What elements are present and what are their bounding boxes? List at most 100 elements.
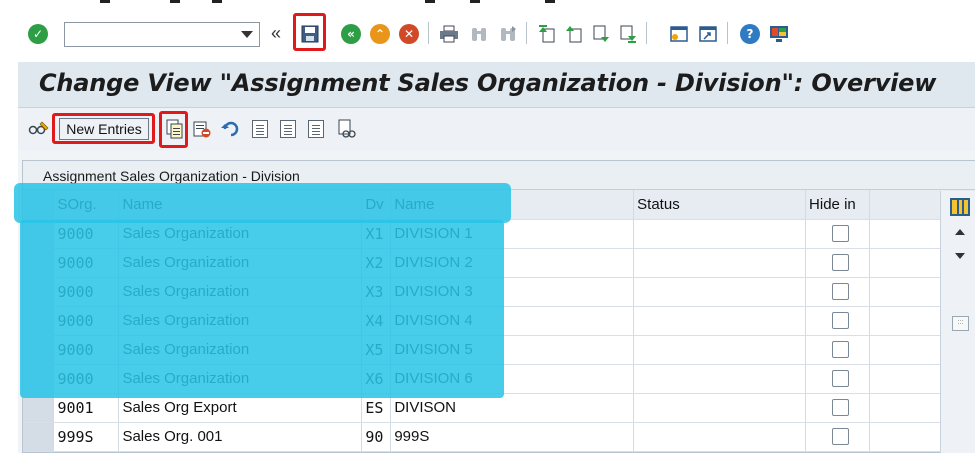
find-next-button[interactable] xyxy=(497,22,519,46)
dv-cell: X5 xyxy=(361,335,392,365)
table-caption-text: Assignment Sales Organization - Division xyxy=(43,168,300,184)
select-all-button[interactable] xyxy=(250,118,270,140)
hide-in-cell xyxy=(805,219,871,249)
command-field[interactable] xyxy=(64,22,260,47)
dv-name-cell: DIVISION 3 xyxy=(390,277,635,307)
cancel-button[interactable]: ✕ xyxy=(398,22,420,46)
dv-cell: X2 xyxy=(361,248,392,278)
dv-name-cell: DIVISION 6 xyxy=(390,364,635,394)
status-cell xyxy=(633,393,807,423)
command-input[interactable] xyxy=(65,23,235,46)
hide-in-checkbox[interactable] xyxy=(832,370,850,387)
scroll-down-icon[interactable] xyxy=(955,253,965,259)
hide-in-checkbox[interactable] xyxy=(832,341,850,358)
enter-button[interactable]: ✓ xyxy=(27,22,49,46)
column-header-status[interactable]: Status xyxy=(633,190,807,220)
hide-in-checkbox[interactable] xyxy=(832,254,850,271)
hide-in-checkbox[interactable] xyxy=(832,225,850,242)
table-row[interactable]: 9000 Sales Organization X6 DIVISION 6 xyxy=(23,364,975,394)
hide-in-cell xyxy=(805,277,871,307)
row-selector[interactable] xyxy=(23,335,55,365)
table-row[interactable]: 9000 Sales Organization X2 DIVISION 2 xyxy=(23,248,975,278)
sorg-name-cell: Sales Organization xyxy=(118,277,363,307)
column-header-sorg[interactable]: SOrg. xyxy=(53,190,120,220)
sorg-name-cell: Sales Org. 001 xyxy=(118,422,363,452)
row-selector[interactable] xyxy=(23,277,55,307)
previous-page-button[interactable] xyxy=(563,22,585,46)
help-icon: ? xyxy=(740,24,760,44)
toolbar-separator xyxy=(428,22,429,44)
deselect-all-icon xyxy=(308,120,324,138)
row-selector[interactable] xyxy=(23,219,55,249)
sorg-name-cell: Sales Organization xyxy=(118,335,363,365)
row-selector[interactable] xyxy=(23,393,55,423)
row-selector[interactable] xyxy=(23,364,55,394)
table-row[interactable]: 9000 Sales Organization X5 DIVISION 5 xyxy=(23,335,975,365)
column-settings-icon[interactable] xyxy=(950,198,970,216)
table-header-row: SOrg. Name Dv Name Status Hide in xyxy=(23,190,975,220)
deselect-all-button[interactable] xyxy=(306,118,326,140)
table-row[interactable]: 9001 Sales Org Export ES DIVISON xyxy=(23,393,975,423)
dv-cell: X1 xyxy=(361,219,392,249)
hide-in-cell xyxy=(805,393,871,423)
select-block-button[interactable] xyxy=(278,118,298,140)
menu-remnant xyxy=(212,0,222,3)
sorg-name-cell: Sales Organization xyxy=(118,248,363,278)
first-page-icon xyxy=(539,25,555,43)
hide-in-cell xyxy=(805,306,871,336)
customize-layout-button[interactable] xyxy=(768,22,790,46)
dv-cell: X6 xyxy=(361,364,392,394)
hide-in-checkbox[interactable] xyxy=(832,312,850,329)
row-selector[interactable] xyxy=(23,422,55,452)
menu-remnant xyxy=(170,0,180,3)
column-header-dv-name[interactable]: Name xyxy=(390,190,635,220)
dv-cell: 90 xyxy=(361,422,392,452)
table-row[interactable]: 999S Sales Org. 001 90 999S xyxy=(23,422,975,452)
shortcut-button[interactable] xyxy=(697,22,719,46)
back-icon: « xyxy=(341,24,361,44)
exit-button[interactable]: ⌃ xyxy=(369,22,391,46)
display-change-button[interactable] xyxy=(27,118,51,140)
sorg-cell: 9000 xyxy=(53,335,120,365)
table-row[interactable]: 9000 Sales Organization X3 DIVISION 3 xyxy=(23,277,975,307)
undo-button[interactable] xyxy=(220,118,240,140)
scroll-up-icon[interactable] xyxy=(955,229,965,235)
hide-in-cell xyxy=(805,422,871,452)
select-all-rows-button[interactable] xyxy=(23,190,55,220)
dv-name-cell: DIVISION 2 xyxy=(390,248,635,278)
table-control: Assignment Sales Organization - Division… xyxy=(22,160,975,453)
last-page-button[interactable] xyxy=(617,22,639,46)
new-session-button[interactable] xyxy=(668,22,690,46)
back-button[interactable]: « xyxy=(340,22,362,46)
delete-button[interactable] xyxy=(192,118,212,140)
column-header-dv[interactable]: Dv xyxy=(361,190,392,220)
dv-name-cell: DIVISION 4 xyxy=(390,306,635,336)
hide-in-checkbox[interactable] xyxy=(832,399,850,416)
delete-icon xyxy=(193,121,211,138)
row-selector[interactable] xyxy=(23,306,55,336)
first-page-button[interactable] xyxy=(536,22,558,46)
toolbar-separator xyxy=(646,22,647,44)
chevron-down-icon[interactable] xyxy=(241,31,253,38)
status-cell xyxy=(633,306,807,336)
print-button[interactable] xyxy=(438,22,460,46)
hide-in-cell xyxy=(805,248,871,278)
next-page-button[interactable] xyxy=(590,22,612,46)
help-button[interactable]: ? xyxy=(739,22,761,46)
find-button[interactable] xyxy=(468,22,490,46)
scrollbar-thumb[interactable]: ::: xyxy=(952,316,969,331)
collapse-icon[interactable]: « xyxy=(271,22,281,44)
hide-in-checkbox[interactable] xyxy=(832,428,850,445)
status-cell xyxy=(633,364,807,394)
column-header-sorg-name[interactable]: Name xyxy=(118,190,363,220)
column-header-hide-in[interactable]: Hide in xyxy=(805,190,871,220)
row-selector[interactable] xyxy=(23,248,55,278)
status-cell xyxy=(633,422,807,452)
shortcut-icon xyxy=(699,26,717,42)
hide-in-checkbox[interactable] xyxy=(832,283,850,300)
print-view-button[interactable] xyxy=(336,118,358,140)
table-body: 9000 Sales Organization X1 DIVISION 1 9000 Sa… xyxy=(23,219,975,452)
table-row[interactable]: 9000 Sales Organization X4 DIVISION 4 xyxy=(23,306,975,336)
sorg-name-cell: Sales Org Export xyxy=(118,393,363,423)
table-row[interactable]: 9000 Sales Organization X1 DIVISION 1 xyxy=(23,219,975,249)
